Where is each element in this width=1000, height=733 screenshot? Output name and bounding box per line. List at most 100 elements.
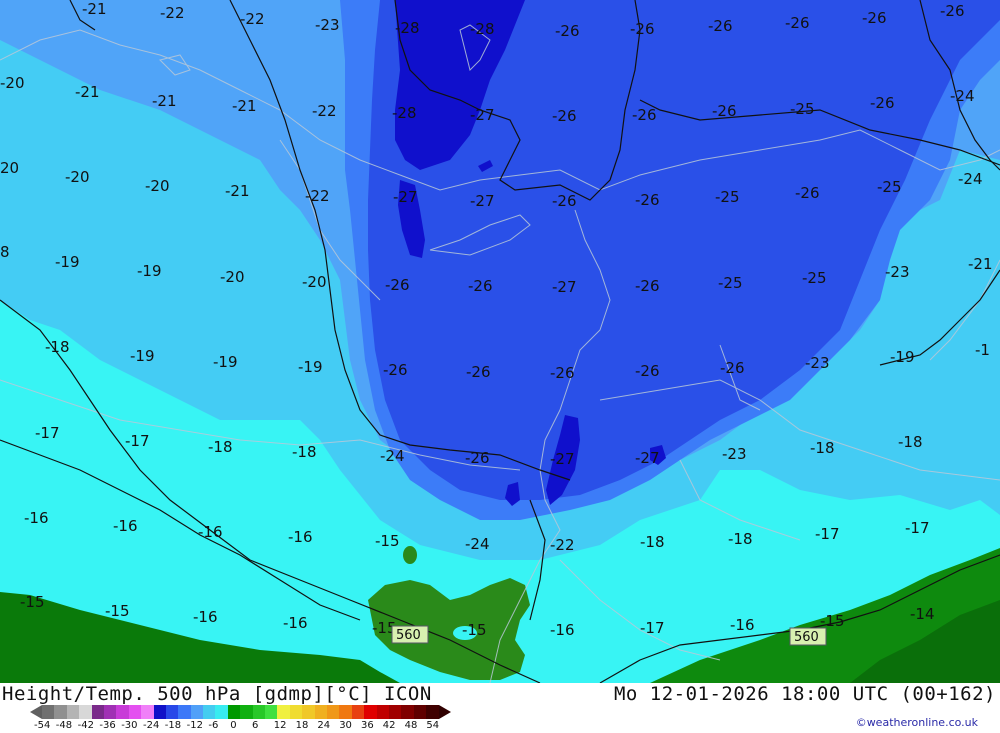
contour-label: -26 (635, 362, 660, 380)
scale-swatch (413, 705, 427, 719)
contour-label: 8 (0, 243, 10, 261)
contour-label: -25 (718, 274, 743, 292)
contour-label: -26 (552, 192, 577, 210)
scale-swatch (339, 705, 352, 719)
contour-label: -21 (968, 255, 993, 273)
contour-label: -21 (152, 92, 177, 110)
contour-label: -26 (635, 191, 660, 209)
height-label: 560 (794, 630, 819, 645)
valid-time: Mo 12-01-2026 18:00 UTC (00+162) (613, 683, 996, 705)
height-area-spot (403, 546, 417, 564)
contour-label: -27 (635, 449, 660, 467)
scale-swatches (42, 705, 439, 719)
contour-label: -26 (870, 94, 895, 112)
contour-label: -26 (468, 277, 493, 295)
contour-label: -16 (113, 517, 138, 535)
contour-label: -22 (312, 102, 337, 120)
contour-label: -21 (75, 83, 100, 101)
scale-label: -12 (186, 720, 203, 731)
scale-right-arrow-icon (438, 705, 451, 719)
contour-label: -24 (950, 87, 975, 105)
scale-swatch (91, 705, 104, 719)
scale-swatch (66, 705, 80, 719)
contour-label: -24 (958, 170, 983, 188)
scale-label: -36 (99, 720, 116, 731)
scale-left-arrow-icon (30, 705, 42, 719)
contour-label: -17 (815, 525, 840, 543)
contour-label: -26 (385, 276, 410, 294)
contour-label: -15 (105, 602, 130, 620)
contour-label: -28 (470, 20, 495, 38)
contour-label: -21 (232, 97, 257, 115)
contour-label: -18 (728, 530, 753, 548)
contour-label: -18 (292, 443, 317, 461)
scale-swatch (103, 705, 117, 719)
contour-label: -20 (0, 74, 25, 92)
contour-label: -26 (630, 20, 655, 38)
contour-label: -28 (392, 104, 417, 122)
contour-label: -27 (550, 450, 575, 468)
contour-label: -14 (910, 605, 935, 623)
scale-label: -54 (34, 720, 51, 731)
scale-label: -48 (55, 720, 73, 731)
scale-swatch (376, 705, 389, 719)
contour-label: -16 (198, 523, 223, 541)
scale-swatch (364, 705, 377, 719)
scale-label: -30 (121, 720, 138, 731)
contour-label: -20 (302, 273, 327, 291)
contour-label: -26 (712, 102, 737, 120)
contour-label: -16 (283, 614, 308, 632)
scale-label: -42 (77, 720, 94, 731)
scale-swatch (326, 705, 340, 719)
contour-label: -26 (795, 184, 820, 202)
contour-label: -19 (137, 262, 162, 280)
contour-label: -18 (45, 338, 70, 356)
scale-swatch (388, 705, 402, 719)
contour-label: -25 (877, 178, 902, 196)
contour-label: -25 (802, 269, 827, 287)
credit-link[interactable]: ©weatheronline.co.uk (856, 716, 978, 729)
contour-label: -15 (820, 612, 845, 630)
contour-label: -16 (24, 509, 49, 527)
contour-label: -1 (975, 341, 990, 359)
contour-label: -26 (555, 22, 580, 40)
contour-label: -21 (82, 0, 107, 18)
contour-label: -19 (213, 353, 238, 371)
scale-swatch (141, 705, 154, 719)
contour-label: -18 (810, 439, 835, 457)
scale-swatch (42, 705, 55, 719)
contour-label: -22 (240, 10, 265, 28)
scale-swatch (203, 705, 216, 719)
scale-swatch (302, 705, 315, 719)
contour-label: -23 (315, 16, 340, 34)
contour-label: -16 (288, 528, 313, 546)
contour-label: -26 (383, 361, 408, 379)
scale-label: 12 (273, 720, 287, 731)
contour-label: -21 (225, 182, 250, 200)
contour-label: -27 (470, 192, 495, 210)
contour-label: -26 (632, 106, 657, 124)
contour-label: -22 (160, 4, 185, 22)
contour-label: -26 (550, 364, 575, 382)
contour-label: -22 (305, 187, 330, 205)
contour-label: 20 (0, 159, 19, 177)
contour-label: -18 (898, 433, 923, 451)
contour-label: -16 (730, 616, 755, 634)
weather-map: -21 -22 -22 -23 -28 -28 -26 -26 -26 -26 -26 -26 -20 -… (0, 0, 1000, 683)
scale-swatch (252, 705, 266, 719)
contour-label: -15 (375, 532, 400, 550)
contour-label: -19 (55, 253, 80, 271)
contour-label: -19 (130, 347, 155, 365)
scale-swatch (240, 705, 253, 719)
scale-swatch (277, 705, 290, 719)
contour-label: -25 (715, 188, 740, 206)
contour-label: -16 (550, 621, 575, 639)
contour-label: -20 (65, 168, 90, 186)
contour-label: -22 (550, 536, 575, 554)
scale-label: 18 (295, 720, 309, 731)
contour-label: -26 (940, 2, 965, 20)
scale-label: -18 (164, 720, 182, 731)
contour-label: -17 (640, 619, 665, 637)
contour-label: -25 (790, 100, 815, 118)
contour-label: -26 (862, 9, 887, 27)
